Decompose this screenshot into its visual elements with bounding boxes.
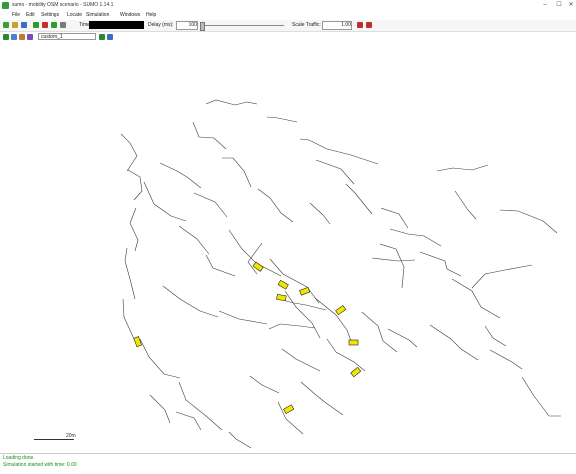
map-scale-bar <box>34 439 74 440</box>
vehicle[interactable] <box>348 339 359 346</box>
delay-slider-track[interactable] <box>200 25 284 26</box>
message-window: Loading done. Simulation started with ti… <box>0 453 576 474</box>
scheme-edit-icon[interactable] <box>99 34 105 40</box>
close-button[interactable]: ✕ <box>566 1 576 9</box>
zoom-icon[interactable] <box>11 34 17 40</box>
vehicle[interactable] <box>277 279 289 290</box>
step-icon[interactable] <box>51 22 57 28</box>
scale-traffic-label: Scale Traffic: <box>292 22 321 28</box>
simulation-canvas[interactable]: 20m <box>0 43 576 453</box>
menu-simulation[interactable]: Simulation <box>86 12 109 18</box>
maximize-button[interactable]: ☐ <box>554 1 564 9</box>
delay-input[interactable]: 100 <box>176 21 198 30</box>
view-toolbar: custom_1 <box>0 32 576 42</box>
minimize-button[interactable]: – <box>540 1 550 9</box>
scale-traffic-input[interactable]: 1.00 <box>322 21 352 30</box>
locate-icon[interactable] <box>19 34 25 40</box>
menu-bar: File Edit Settings Locate Simulation Win… <box>0 11 576 20</box>
vehicle[interactable] <box>335 305 347 316</box>
scale-up-icon[interactable] <box>357 22 363 28</box>
game-mode-icon[interactable] <box>60 22 66 28</box>
title-bar: sumo - mobility OSM scenario - SUMO 1.14… <box>0 0 576 11</box>
delay-label: Delay (ms): <box>148 22 174 28</box>
vehicle[interactable] <box>299 287 311 296</box>
message-line: Simulation started with time: 0.00 <box>3 462 77 468</box>
screenshot-icon[interactable] <box>107 34 113 40</box>
vehicle[interactable] <box>252 261 264 272</box>
delay-slider-thumb[interactable] <box>200 22 205 31</box>
sumo-app-icon <box>2 2 9 9</box>
stop-icon[interactable] <box>42 22 48 28</box>
vehicle[interactable] <box>133 336 142 348</box>
toolbar: Time: Delay (ms): 100 Scale Traffic: 1.0… <box>0 20 576 32</box>
menu-windows[interactable]: Windows <box>120 12 140 18</box>
reload-icon[interactable] <box>12 22 18 28</box>
message-line: Loading done. <box>3 455 35 461</box>
time-display <box>89 21 144 29</box>
menu-help[interactable]: Help <box>146 12 156 18</box>
vehicle[interactable] <box>350 366 362 378</box>
window-title: sumo - mobility OSM scenario - SUMO 1.14… <box>12 2 114 8</box>
save-icon[interactable] <box>21 22 27 28</box>
menu-edit[interactable]: Edit <box>26 12 35 18</box>
open-icon[interactable] <box>3 22 9 28</box>
scale-down-icon[interactable] <box>366 22 372 28</box>
view-settings-icon[interactable] <box>27 34 33 40</box>
recenter-icon[interactable] <box>3 34 9 40</box>
menu-locate[interactable]: Locate <box>67 12 82 18</box>
menu-file[interactable]: File <box>12 12 20 18</box>
menu-settings[interactable]: Settings <box>41 12 59 18</box>
road-network <box>120 99 561 449</box>
run-icon[interactable] <box>33 22 39 28</box>
vehicle[interactable] <box>283 404 295 415</box>
map-scale-label: 20m <box>66 433 76 439</box>
vehicle[interactable] <box>276 293 287 302</box>
color-scheme-select[interactable]: custom_1 <box>38 33 96 40</box>
